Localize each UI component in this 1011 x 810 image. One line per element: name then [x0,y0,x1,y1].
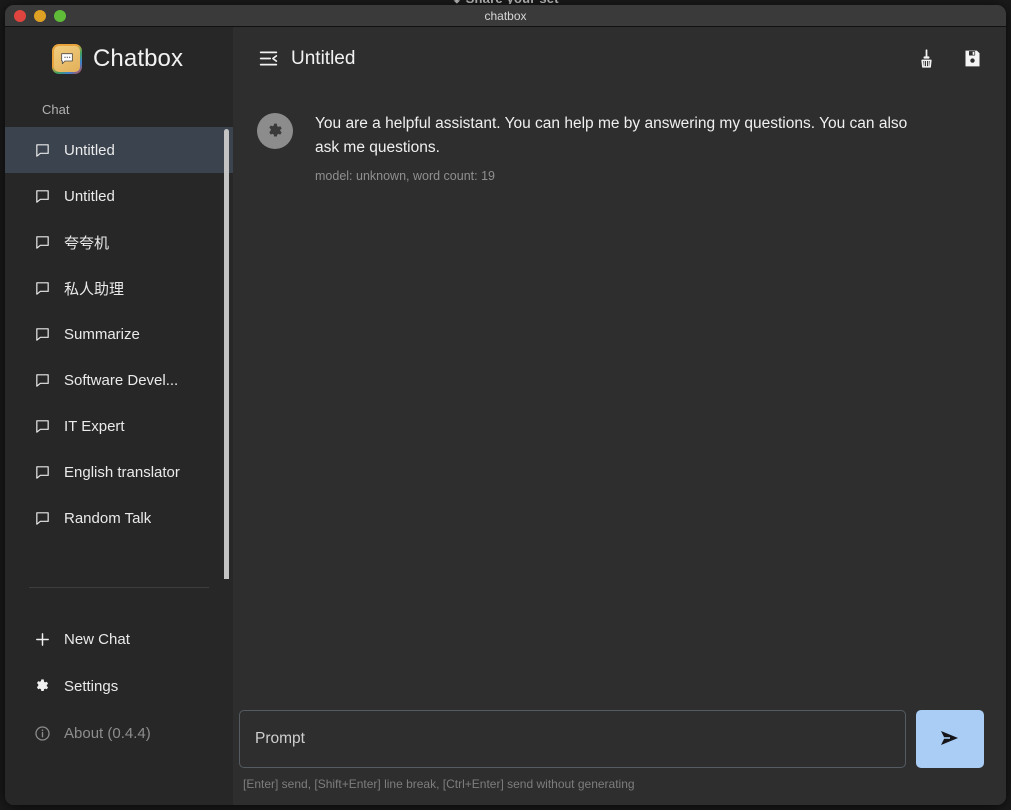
settings-label: Settings [64,678,119,695]
plus-icon [33,631,51,649]
sidebar: Chatbox Chat Untitled Untitled 夸夸机 私人助理 … [5,27,233,805]
sidebar-item-summarize[interactable]: Summarize [5,311,233,357]
prompt-input[interactable] [255,730,890,748]
chat-bubble-icon [33,279,51,297]
settings-button[interactable]: Settings [5,663,233,710]
format-indent-decrease-icon[interactable] [257,48,279,70]
sidebar-item-english-translator[interactable]: English translator [5,449,233,495]
gear-icon [33,678,51,696]
chat-bubble-icon [33,509,51,527]
sidebar-item-label: Summarize [64,325,140,343]
sidebar-item-label: Untitled [64,187,115,205]
new-chat-label: New Chat [64,631,130,648]
download-icon: ⬇ [452,0,461,4]
composer-hint: [Enter] send, [Shift+Enter] line break, … [243,777,635,791]
window-title: chatbox [484,8,527,23]
desktop-background: ⬇ Share your set chatbox [0,0,1011,810]
sidebar-item-untitled-2[interactable]: Untitled [5,173,233,219]
sidebar-footer: New Chat Settings About (0.4.4) [5,588,233,783]
sidebar-scrollbar[interactable] [224,129,229,579]
message-meta: model: unknown, word count: 19 [315,169,495,183]
send-arrow-icon [936,726,964,753]
app-root: Chatbox Chat Untitled Untitled 夸夸机 私人助理 … [5,27,1006,805]
sidebar-item-random-talk[interactable]: Random Talk [5,495,233,541]
brand: Chatbox [5,27,233,90]
window-controls [14,9,66,22]
sidebar-item-kuakuaji[interactable]: 夸夸机 [5,219,233,265]
brand-name: Chatbox [93,44,184,72]
chat-bubble-icon [33,233,51,251]
sidebar-item-personal-assistant[interactable]: 私人助理 [5,265,233,311]
sidebar-item-label: Untitled [64,141,115,159]
chat-bubble-icon [33,325,51,343]
main-panel: Untitled You are a helpful assistant. Yo… [233,27,1006,805]
avatar [257,113,293,149]
message-list: You are a helpful assistant. You can hel… [233,90,1006,710]
chat-list[interactable]: Untitled Untitled 夸夸机 私人助理 Summarize Sof… [5,127,233,579]
chat-bubble-icon [33,463,51,481]
background-window-fragment-label: Share your set [466,0,559,4]
background-window-fragment: ⬇ Share your set [0,0,1011,4]
message-body: You are a helpful assistant. You can hel… [315,112,976,183]
chat-bubble-icon [33,417,51,435]
sidebar-item-label: IT Expert [64,417,125,435]
main-header: Untitled [233,27,1006,90]
about-label: About (0.4.4) [64,725,151,742]
send-button[interactable] [916,710,984,768]
message-row: You are a helpful assistant. You can hel… [233,102,1006,193]
sidebar-item-label: Random Talk [64,509,152,527]
about-button[interactable]: About (0.4.4) [5,710,233,757]
chatbox-logo-icon [52,43,82,74]
message-text: You are a helpful assistant. You can hel… [315,115,908,156]
sidebar-item-it-expert[interactable]: IT Expert [5,403,233,449]
prompt-box[interactable] [239,710,906,768]
maximize-button[interactable] [54,9,66,22]
chatbox-window: chatbox Chatbox Chat Untitled Untitled 夸… [5,5,1006,805]
chat-bubble-icon [33,371,51,389]
minimize-button[interactable] [34,9,46,22]
save-floppy-icon[interactable] [960,47,984,71]
sidebar-item-label: 夸夸机 [64,234,110,252]
new-chat-button[interactable]: New Chat [5,616,233,663]
sidebar-item-label: Software Devel... [64,371,179,389]
close-button[interactable] [14,9,26,22]
sidebar-item-untitled-1[interactable]: Untitled [5,127,233,173]
header-actions [914,47,984,71]
composer-row [239,710,984,768]
chat-bubble-icon [33,187,51,205]
window-titlebar: chatbox [5,5,1006,27]
clean-broom-icon[interactable] [914,47,938,71]
page-title: Untitled [291,47,356,69]
info-icon [33,725,51,743]
chat-bubble-icon [33,141,51,159]
sidebar-item-label: English translator [64,463,180,481]
composer: [Enter] send, [Shift+Enter] line break, … [233,710,1006,805]
sidebar-item-software-developer[interactable]: Software Devel... [5,357,233,403]
sidebar-section-label: Chat [42,102,70,117]
sidebar-item-label: 私人助理 [64,280,125,298]
